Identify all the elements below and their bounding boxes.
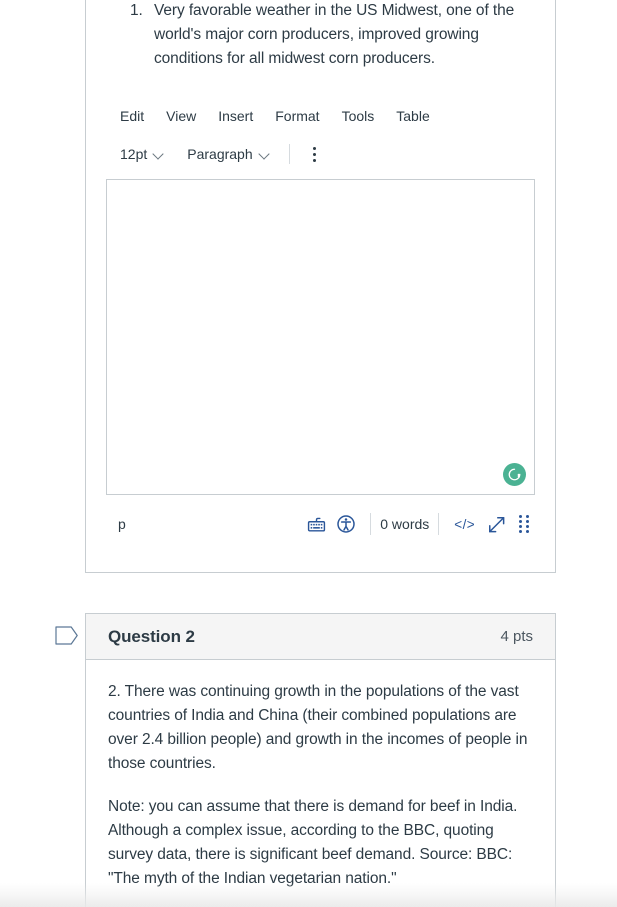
drag-dot xyxy=(526,520,529,523)
question-2-body: 2. There was continuing growth in the po… xyxy=(86,660,555,891)
menu-item-insert[interactable]: Insert xyxy=(207,104,264,128)
block-format-dropdown[interactable]: Paragraph xyxy=(173,146,278,162)
chevron-down-icon xyxy=(154,150,163,159)
flag-marker-icon[interactable] xyxy=(55,626,79,645)
toolbar-divider xyxy=(288,144,290,164)
chevron-down-icon xyxy=(260,150,269,159)
kebab-dot xyxy=(313,158,317,162)
quiz-page: 1. Very favorable weather in the US Midw… xyxy=(0,0,617,907)
prompt-list-text: Very favorable weather in the US Midwest… xyxy=(154,2,515,67)
block-format-value: Paragraph xyxy=(187,146,253,162)
drag-dot xyxy=(519,525,522,528)
rce-status-bar: p 0 words </> xyxy=(106,503,535,545)
accessibility-checker-icon[interactable] xyxy=(331,509,361,539)
status-divider xyxy=(370,513,372,535)
question-2-points: 4 pts xyxy=(500,628,533,645)
menu-item-format[interactable]: Format xyxy=(264,104,330,128)
drag-dot xyxy=(519,520,522,523)
prompt-list-marker: 1. xyxy=(130,2,143,19)
question-2-header: Question 2 4 pts xyxy=(86,614,555,660)
drag-dot xyxy=(526,525,529,528)
html-editor-button[interactable]: </> xyxy=(448,517,481,532)
drag-dot xyxy=(526,515,529,518)
menu-item-table[interactable]: Table xyxy=(385,104,440,128)
keyboard-shortcuts-icon[interactable] xyxy=(301,509,331,539)
rce-content-area[interactable] xyxy=(106,179,535,495)
prompt-list: 1. Very favorable weather in the US Midw… xyxy=(108,0,533,71)
kebab-menu-icon[interactable] xyxy=(302,141,328,167)
menu-item-edit[interactable]: Edit xyxy=(106,104,155,128)
element-path[interactable]: p xyxy=(106,516,126,532)
font-size-dropdown[interactable]: 12pt xyxy=(106,146,173,162)
menu-item-tools[interactable]: Tools xyxy=(331,104,386,128)
drag-dot xyxy=(519,515,522,518)
drag-dot xyxy=(519,530,522,533)
status-divider xyxy=(438,513,440,535)
font-size-value: 12pt xyxy=(120,146,148,162)
word-count: 0 words xyxy=(380,516,430,532)
question-2-card: Question 2 4 pts 2. There was continuing… xyxy=(85,613,556,907)
rce-toolbar: 12pt Paragraph xyxy=(106,140,328,168)
grammarly-icon[interactable] xyxy=(503,463,526,486)
question-1-prompt: 1. Very favorable weather in the US Midw… xyxy=(86,0,555,71)
status-bar-actions: 0 words </> xyxy=(301,503,535,545)
drag-dot xyxy=(526,530,529,533)
question-2-paragraph: 2. There was continuing growth in the po… xyxy=(108,683,528,772)
question-2-title: Question 2 xyxy=(108,626,195,646)
question-2-paragraph: Note: you can assume that there is deman… xyxy=(108,798,518,887)
kebab-dot xyxy=(313,152,317,156)
kebab-dot xyxy=(313,146,317,150)
resize-handle-icon[interactable] xyxy=(481,509,511,539)
rce-menubar: Edit View Insert Format Tools Table xyxy=(106,104,441,128)
menu-item-view[interactable]: View xyxy=(155,104,207,128)
drag-handle-icon[interactable] xyxy=(513,511,535,537)
prompt-list-item: 1. Very favorable weather in the US Midw… xyxy=(108,0,533,71)
